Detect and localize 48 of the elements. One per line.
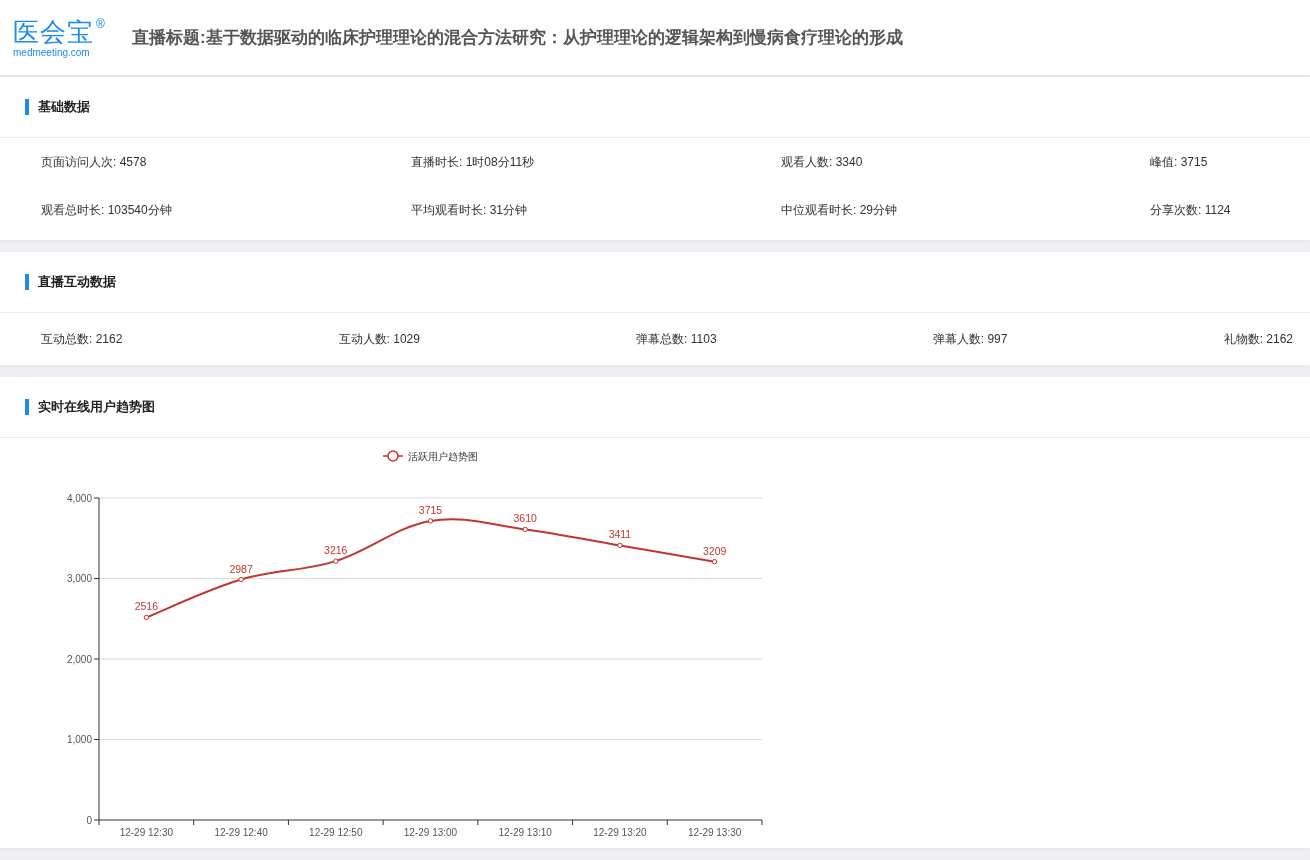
x-axis-label: 12-29 13:30 — [687, 827, 742, 838]
stat-text: 互动人数: 1029 — [338, 330, 420, 348]
section-title: 基础数据 — [25, 99, 90, 115]
data-label: 3411 — [608, 528, 632, 541]
data-point — [238, 576, 244, 583]
registered-mark: ® — [96, 16, 105, 31]
stat-text: 中位观看时长: 29分钟 — [781, 202, 898, 219]
stat-text: 礼物数: 2162 — [1223, 330, 1293, 348]
stat-text: 互动总数: 2162 — [41, 330, 123, 348]
section-title: 直播互动数据 — [25, 274, 116, 290]
page-title: 直播标题:基于数据驱动的临床护理理论的混合方法研究：从护理理论的逻辑架构到慢病食疗理论的形成 — [132, 27, 903, 49]
y-axis-label: 4,000 — [66, 492, 92, 504]
x-axis-label: 12-29 13:10 — [498, 827, 552, 838]
data-label: 2987 — [229, 562, 253, 575]
data-label: 3216 — [324, 544, 348, 557]
x-axis-label: 12-29 13:00 — [403, 827, 458, 838]
stat-text: 观看总时长: 103540分钟 — [41, 202, 173, 219]
stat-text: 弹幕总数: 1103 — [636, 330, 717, 348]
x-axis-label: 12-29 13:20 — [593, 827, 647, 838]
data-label: 3715 — [418, 503, 443, 516]
data-point — [143, 614, 150, 621]
stat-text: 峰值: 3715 — [1150, 154, 1209, 171]
stat-text: 直播时长: 1时08分11秒 — [411, 154, 536, 171]
y-axis-label: 0 — [86, 814, 92, 826]
stat-text: 平均观看时长: 31分钟 — [411, 202, 528, 219]
data-label: 2516 — [134, 600, 159, 613]
y-axis-label: 3,000 — [66, 573, 92, 584]
logo-name: 医会宝 — [13, 16, 94, 47]
data-point — [617, 542, 623, 549]
data-label: 3610 — [513, 512, 537, 525]
x-axis-label: 12-29 12:50 — [309, 827, 363, 838]
stat-text: 页面访问人次: 4578 — [41, 154, 148, 171]
legend-item[interactable]: 活跃用户趋势图 — [382, 450, 478, 462]
data-point — [522, 526, 528, 533]
stat-text: 分享次数: 1124 — [1150, 202, 1232, 219]
y-axis-label: 2,000 — [66, 653, 92, 665]
x-axis-label: 12-29 12:40 — [214, 827, 268, 838]
data-label: 3209 — [702, 544, 727, 557]
data-point — [711, 559, 718, 565]
data-point — [427, 518, 434, 524]
section-title: 实时在线用户趋势图 — [25, 399, 155, 415]
stat-text: 观看人数: 3340 — [781, 154, 864, 171]
x-axis-label: 12-29 12:30 — [119, 827, 174, 838]
legend-label: 活跃用户趋势图 — [408, 451, 478, 462]
logo-domain: medmeeting.com — [13, 46, 91, 59]
y-axis-label: 1,000 — [66, 734, 92, 745]
data-point — [333, 558, 339, 564]
stat-text: 弹幕人数: 997 — [932, 330, 1008, 348]
